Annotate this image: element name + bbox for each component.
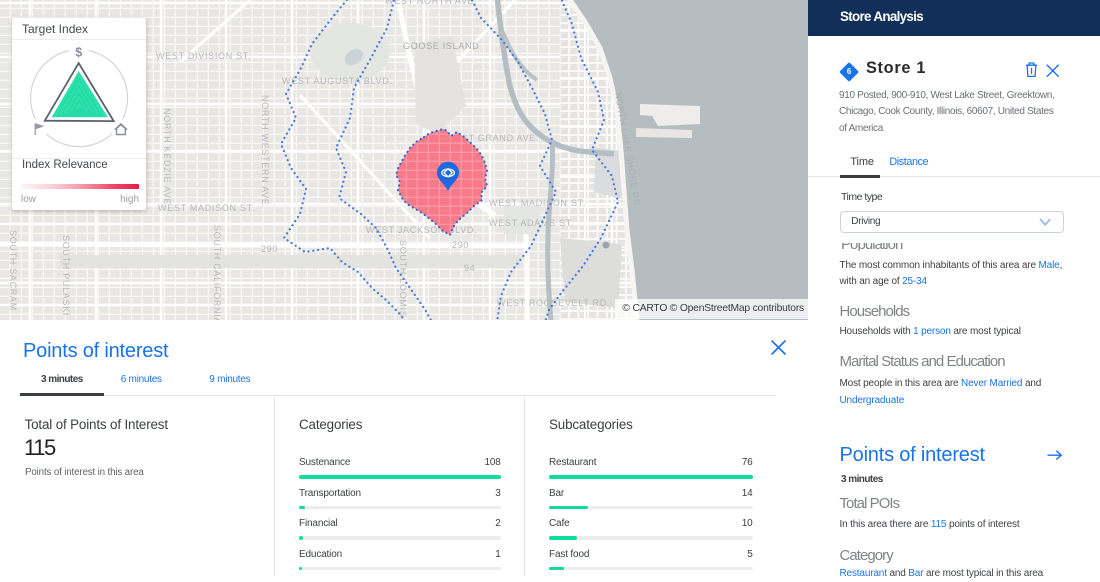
svg-text:94: 94 [464,263,475,273]
svg-text:WEST ADAMS ST.: WEST ADAMS ST. [489,218,574,228]
svg-text:WEST JACKSON BLVD.: WEST JACKSON BLVD. [366,225,477,235]
svg-text:WEST AUGUSTA BLVD.: WEST AUGUSTA BLVD. [282,76,393,86]
svg-text:SOUTH CALIFORNIA: SOUTH CALIFORNIA [212,225,222,320]
svg-text:WEST MADISON ST.: WEST MADISON ST. [489,198,586,208]
svg-text:$: $ [75,45,82,59]
svg-text:NORTH KEDZIE AVE.: NORTH KEDZIE AVE. [162,108,172,209]
svg-text:SOUTH PULASKI RD.: SOUTH PULASKI RD. [61,235,71,320]
svg-text:WEST ROOSEVELT RD.: WEST ROOSEVELT RD. [497,298,610,308]
svg-text:WEST DIVISION ST.: WEST DIVISION ST. [156,51,251,61]
svg-text:WEST NORTH AVE.: WEST NORTH AVE. [385,0,478,6]
svg-text:290: 290 [452,240,469,250]
svg-text:GOOSE ISLAND: GOOSE ISLAND [403,41,479,51]
svg-text:NORTH WESTERN AVE.: NORTH WESTERN AVE. [260,95,270,209]
svg-text:290: 290 [261,244,278,254]
svg-text:SOUTH LOOMIS ST.: SOUTH LOOMIS ST. [398,240,408,320]
svg-text:SOUTH SACRAM: SOUTH SACRAM [8,230,18,311]
